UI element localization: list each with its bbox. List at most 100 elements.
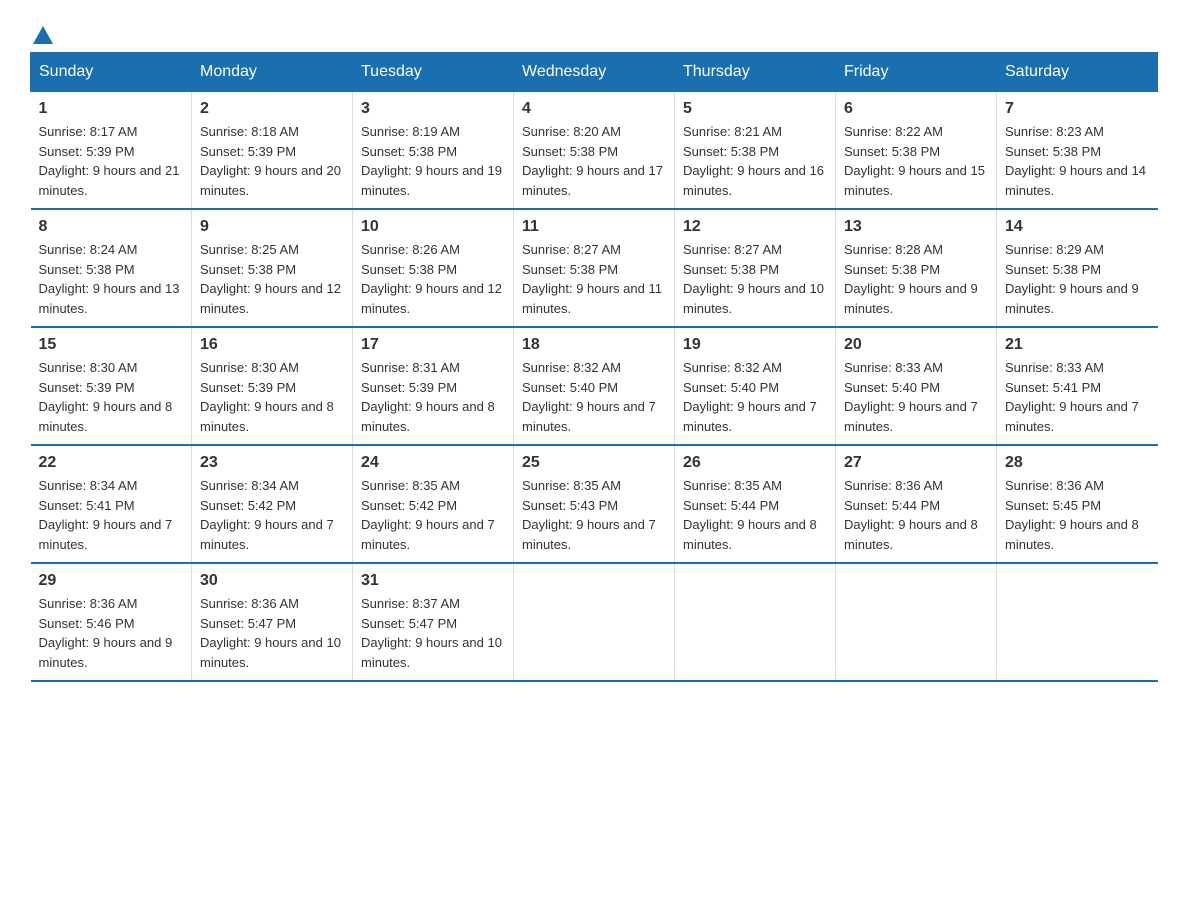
day-number: 10 (361, 218, 505, 236)
day-number: 18 (522, 336, 666, 354)
calendar-day-cell: 13 Sunrise: 8:28 AM Sunset: 5:38 PM Dayl… (836, 209, 997, 327)
calendar-day-cell: 17 Sunrise: 8:31 AM Sunset: 5:39 PM Dayl… (353, 327, 514, 445)
day-number: 21 (1005, 336, 1150, 354)
day-header-friday: Friday (836, 53, 997, 92)
day-number: 27 (844, 454, 988, 472)
day-number: 12 (683, 218, 827, 236)
day-info: Sunrise: 8:36 AM Sunset: 5:47 PM Dayligh… (200, 594, 344, 672)
day-number: 6 (844, 100, 988, 118)
calendar-day-cell: 10 Sunrise: 8:26 AM Sunset: 5:38 PM Dayl… (353, 209, 514, 327)
logo (30, 30, 53, 44)
calendar-day-cell: 12 Sunrise: 8:27 AM Sunset: 5:38 PM Dayl… (675, 209, 836, 327)
day-info: Sunrise: 8:33 AM Sunset: 5:41 PM Dayligh… (1005, 358, 1150, 436)
calendar-day-cell: 20 Sunrise: 8:33 AM Sunset: 5:40 PM Dayl… (836, 327, 997, 445)
days-of-week-row: SundayMondayTuesdayWednesdayThursdayFrid… (31, 53, 1158, 92)
day-number: 15 (39, 336, 184, 354)
day-info: Sunrise: 8:29 AM Sunset: 5:38 PM Dayligh… (1005, 240, 1150, 318)
day-info: Sunrise: 8:34 AM Sunset: 5:42 PM Dayligh… (200, 476, 344, 554)
calendar-day-cell: 24 Sunrise: 8:35 AM Sunset: 5:42 PM Dayl… (353, 445, 514, 563)
day-number: 2 (200, 100, 344, 118)
calendar-day-cell: 2 Sunrise: 8:18 AM Sunset: 5:39 PM Dayli… (192, 92, 353, 210)
day-info: Sunrise: 8:36 AM Sunset: 5:46 PM Dayligh… (39, 594, 184, 672)
calendar-day-cell: 9 Sunrise: 8:25 AM Sunset: 5:38 PM Dayli… (192, 209, 353, 327)
calendar-day-cell: 27 Sunrise: 8:36 AM Sunset: 5:44 PM Dayl… (836, 445, 997, 563)
calendar-week-row: 8 Sunrise: 8:24 AM Sunset: 5:38 PM Dayli… (31, 209, 1158, 327)
calendar-day-cell: 18 Sunrise: 8:32 AM Sunset: 5:40 PM Dayl… (514, 327, 675, 445)
calendar-day-cell (997, 563, 1158, 681)
day-header-saturday: Saturday (997, 53, 1158, 92)
calendar-day-cell: 26 Sunrise: 8:35 AM Sunset: 5:44 PM Dayl… (675, 445, 836, 563)
day-info: Sunrise: 8:35 AM Sunset: 5:44 PM Dayligh… (683, 476, 827, 554)
day-info: Sunrise: 8:19 AM Sunset: 5:38 PM Dayligh… (361, 122, 505, 200)
calendar-day-cell: 16 Sunrise: 8:30 AM Sunset: 5:39 PM Dayl… (192, 327, 353, 445)
calendar-week-row: 1 Sunrise: 8:17 AM Sunset: 5:39 PM Dayli… (31, 92, 1158, 210)
calendar-day-cell: 23 Sunrise: 8:34 AM Sunset: 5:42 PM Dayl… (192, 445, 353, 563)
day-header-wednesday: Wednesday (514, 53, 675, 92)
day-number: 22 (39, 454, 184, 472)
calendar-header: SundayMondayTuesdayWednesdayThursdayFrid… (31, 53, 1158, 92)
day-info: Sunrise: 8:27 AM Sunset: 5:38 PM Dayligh… (522, 240, 666, 318)
day-info: Sunrise: 8:32 AM Sunset: 5:40 PM Dayligh… (683, 358, 827, 436)
day-number: 1 (39, 100, 184, 118)
day-info: Sunrise: 8:35 AM Sunset: 5:43 PM Dayligh… (522, 476, 666, 554)
day-number: 4 (522, 100, 666, 118)
calendar-day-cell: 25 Sunrise: 8:35 AM Sunset: 5:43 PM Dayl… (514, 445, 675, 563)
day-number: 17 (361, 336, 505, 354)
calendar-day-cell: 3 Sunrise: 8:19 AM Sunset: 5:38 PM Dayli… (353, 92, 514, 210)
day-header-tuesday: Tuesday (353, 53, 514, 92)
calendar-day-cell (675, 563, 836, 681)
day-info: Sunrise: 8:37 AM Sunset: 5:47 PM Dayligh… (361, 594, 505, 672)
day-number: 13 (844, 218, 988, 236)
day-info: Sunrise: 8:30 AM Sunset: 5:39 PM Dayligh… (39, 358, 184, 436)
day-number: 24 (361, 454, 505, 472)
day-number: 26 (683, 454, 827, 472)
calendar-day-cell: 21 Sunrise: 8:33 AM Sunset: 5:41 PM Dayl… (997, 327, 1158, 445)
day-info: Sunrise: 8:35 AM Sunset: 5:42 PM Dayligh… (361, 476, 505, 554)
calendar-day-cell: 14 Sunrise: 8:29 AM Sunset: 5:38 PM Dayl… (997, 209, 1158, 327)
day-number: 16 (200, 336, 344, 354)
day-number: 11 (522, 218, 666, 236)
day-number: 14 (1005, 218, 1150, 236)
calendar-week-row: 15 Sunrise: 8:30 AM Sunset: 5:39 PM Dayl… (31, 327, 1158, 445)
day-info: Sunrise: 8:21 AM Sunset: 5:38 PM Dayligh… (683, 122, 827, 200)
calendar-day-cell: 8 Sunrise: 8:24 AM Sunset: 5:38 PM Dayli… (31, 209, 192, 327)
logo-triangle-icon (33, 26, 53, 44)
calendar-day-cell (514, 563, 675, 681)
day-number: 30 (200, 572, 344, 590)
day-info: Sunrise: 8:36 AM Sunset: 5:45 PM Dayligh… (1005, 476, 1150, 554)
calendar-body: 1 Sunrise: 8:17 AM Sunset: 5:39 PM Dayli… (31, 92, 1158, 682)
day-number: 23 (200, 454, 344, 472)
calendar-day-cell: 1 Sunrise: 8:17 AM Sunset: 5:39 PM Dayli… (31, 92, 192, 210)
day-info: Sunrise: 8:31 AM Sunset: 5:39 PM Dayligh… (361, 358, 505, 436)
calendar-day-cell: 30 Sunrise: 8:36 AM Sunset: 5:47 PM Dayl… (192, 563, 353, 681)
page-header (30, 20, 1158, 44)
day-info: Sunrise: 8:23 AM Sunset: 5:38 PM Dayligh… (1005, 122, 1150, 200)
day-info: Sunrise: 8:27 AM Sunset: 5:38 PM Dayligh… (683, 240, 827, 318)
day-info: Sunrise: 8:18 AM Sunset: 5:39 PM Dayligh… (200, 122, 344, 200)
day-info: Sunrise: 8:33 AM Sunset: 5:40 PM Dayligh… (844, 358, 988, 436)
day-info: Sunrise: 8:25 AM Sunset: 5:38 PM Dayligh… (200, 240, 344, 318)
calendar-week-row: 29 Sunrise: 8:36 AM Sunset: 5:46 PM Dayl… (31, 563, 1158, 681)
calendar-day-cell: 28 Sunrise: 8:36 AM Sunset: 5:45 PM Dayl… (997, 445, 1158, 563)
calendar-day-cell: 4 Sunrise: 8:20 AM Sunset: 5:38 PM Dayli… (514, 92, 675, 210)
day-number: 19 (683, 336, 827, 354)
day-header-monday: Monday (192, 53, 353, 92)
calendar-table: SundayMondayTuesdayWednesdayThursdayFrid… (30, 52, 1158, 682)
day-number: 9 (200, 218, 344, 236)
calendar-day-cell: 19 Sunrise: 8:32 AM Sunset: 5:40 PM Dayl… (675, 327, 836, 445)
calendar-day-cell (836, 563, 997, 681)
day-number: 5 (683, 100, 827, 118)
day-info: Sunrise: 8:24 AM Sunset: 5:38 PM Dayligh… (39, 240, 184, 318)
day-info: Sunrise: 8:17 AM Sunset: 5:39 PM Dayligh… (39, 122, 184, 200)
day-info: Sunrise: 8:36 AM Sunset: 5:44 PM Dayligh… (844, 476, 988, 554)
day-info: Sunrise: 8:22 AM Sunset: 5:38 PM Dayligh… (844, 122, 988, 200)
day-number: 3 (361, 100, 505, 118)
calendar-day-cell: 15 Sunrise: 8:30 AM Sunset: 5:39 PM Dayl… (31, 327, 192, 445)
day-number: 29 (39, 572, 184, 590)
day-header-sunday: Sunday (31, 53, 192, 92)
calendar-day-cell: 22 Sunrise: 8:34 AM Sunset: 5:41 PM Dayl… (31, 445, 192, 563)
day-number: 31 (361, 572, 505, 590)
day-number: 8 (39, 218, 184, 236)
day-info: Sunrise: 8:26 AM Sunset: 5:38 PM Dayligh… (361, 240, 505, 318)
day-number: 20 (844, 336, 988, 354)
